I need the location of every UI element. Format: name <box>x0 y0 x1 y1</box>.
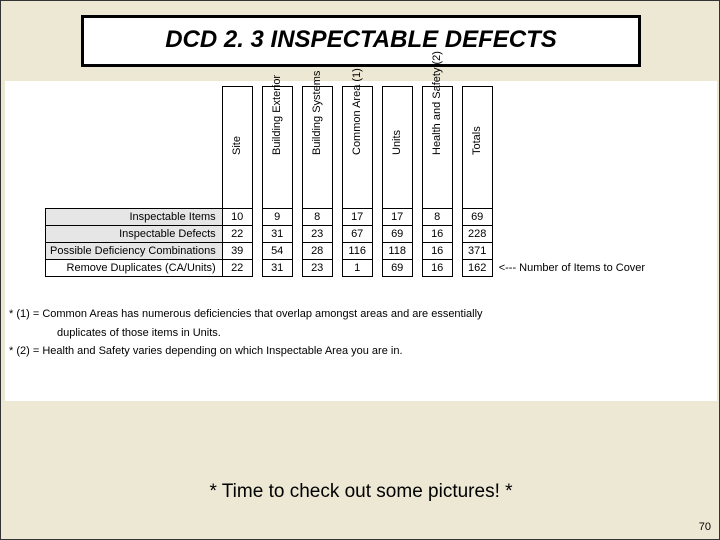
table-row: Inspectable Items10981717869 <box>46 209 650 226</box>
page-number: 70 <box>699 521 711 533</box>
total-cell: 162 <box>462 260 492 277</box>
cell: 1 <box>342 260 372 277</box>
cell: 116 <box>342 243 372 260</box>
defects-table: Site Building Exterior Building Systems … <box>45 86 650 277</box>
cell: 69 <box>382 260 412 277</box>
cell: 54 <box>262 243 292 260</box>
cell: 9 <box>262 209 292 226</box>
col-units: Units <box>382 87 412 209</box>
row-annotation <box>492 226 649 243</box>
cell: 23 <box>302 226 332 243</box>
row-label: Inspectable Items <box>46 209 223 226</box>
total-cell: 228 <box>462 226 492 243</box>
col-totals: Totals <box>462 87 492 209</box>
footnote-line: * (1) = Common Areas has numerous defici… <box>9 306 483 323</box>
corner-blank <box>46 87 223 209</box>
table-row: Possible Deficiency Combinations39 54 28 11… <box>46 243 650 260</box>
cell: 22 <box>222 226 252 243</box>
cell: 16 <box>422 226 452 243</box>
header-row: Site Building Exterior Building Systems … <box>46 87 650 209</box>
cell: 16 <box>422 243 452 260</box>
cell: 69 <box>382 226 412 243</box>
table-row: Remove Duplicates (CA/Units)22 31 23 1 69 16 1… <box>46 260 650 277</box>
cell: 10 <box>222 209 252 226</box>
row-label: Possible Deficiency Combinations <box>46 243 223 260</box>
cell: 8 <box>302 209 332 226</box>
row-label: Inspectable Defects <box>46 226 223 243</box>
col-health-safety: Health and Safety (2) <box>422 87 452 209</box>
cell: 39 <box>222 243 252 260</box>
cell: 23 <box>302 260 332 277</box>
col-building-exterior: Building Exterior <box>262 87 292 209</box>
callout-text: * Time to check out some pictures! * <box>1 481 720 503</box>
footnote-continuation: duplicates of those items in Units. <box>9 325 483 342</box>
content-panel: Site Building Exterior Building Systems … <box>5 81 717 401</box>
col-building-systems: Building Systems <box>302 87 332 209</box>
footnote-line: * (2) = Health and Safety varies dependi… <box>9 343 483 360</box>
table-container: Site Building Exterior Building Systems … <box>45 86 705 277</box>
total-cell: 69 <box>462 209 492 226</box>
title-box: DCD 2. 3 INSPECTABLE DEFECTS <box>81 15 641 67</box>
cell: 31 <box>262 226 292 243</box>
cell: 118 <box>382 243 412 260</box>
cell: 67 <box>342 226 372 243</box>
row-annotation <box>492 209 649 226</box>
cell: 31 <box>262 260 292 277</box>
cell: 22 <box>222 260 252 277</box>
table-row: Inspectable Defects22 31 23 67 69 16 228 <box>46 226 650 243</box>
cell: 8 <box>422 209 452 226</box>
row-label: Remove Duplicates (CA/Units) <box>46 260 223 277</box>
col-site: Site <box>222 87 252 209</box>
footnotes: * (1) = Common Areas has numerous defici… <box>9 306 483 362</box>
cell: 17 <box>342 209 372 226</box>
cell: 28 <box>302 243 332 260</box>
page-title: DCD 2. 3 INSPECTABLE DEFECTS <box>94 26 628 54</box>
cell: 16 <box>422 260 452 277</box>
row-annotation <box>492 243 649 260</box>
col-common-area: Common Area (1) <box>342 87 372 209</box>
row-annotation: <--- Number of Items to Cover <box>492 260 649 277</box>
total-cell: 371 <box>462 243 492 260</box>
cell: 17 <box>382 209 412 226</box>
